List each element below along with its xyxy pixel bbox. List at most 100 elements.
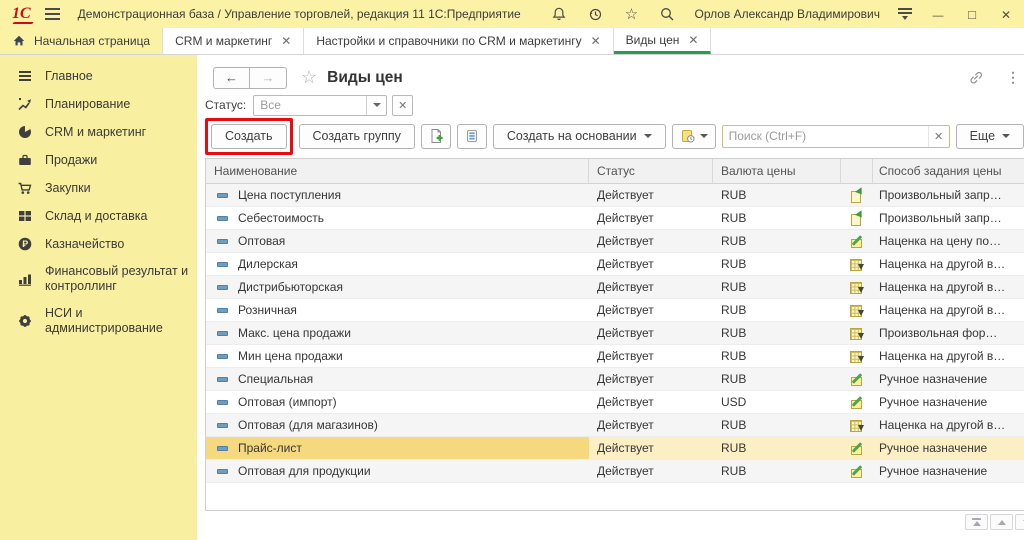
tab-crm-settings[interactable]: Настройки и справочники по CRM и маркети…: [304, 28, 613, 54]
search-clear-icon[interactable]: [928, 126, 949, 147]
status-filter-combobox[interactable]: Все: [253, 95, 387, 116]
sidebar-item-sales[interactable]: Продажи: [0, 146, 197, 174]
price-type-name: Специальная: [238, 372, 313, 386]
sidebar-item-planning[interactable]: Планирование: [0, 90, 197, 118]
scroll-prev-icon[interactable]: [990, 514, 1013, 530]
minimize-icon[interactable]: [930, 7, 946, 22]
table-header: Наименование Статус Валюта цены Способ з…: [206, 159, 1024, 184]
table-row[interactable]: Оптовая (для магазинов) Действует RUB На…: [206, 414, 1024, 437]
method-cell: Наценка на другой в…: [873, 299, 1024, 321]
tab-price-types[interactable]: Виды цен: [614, 28, 712, 54]
method-icon-cell: [841, 230, 873, 252]
sidebar-item-main[interactable]: Главное: [0, 62, 197, 90]
price-type-name: Цена поступления: [238, 188, 341, 202]
service-menu-icon[interactable]: [898, 8, 912, 20]
method-icon: [850, 442, 864, 455]
method-cell: Произвольный запр…: [873, 207, 1024, 229]
back-button[interactable]: [213, 67, 250, 89]
table-row[interactable]: Оптовая Действует RUB Наценка на цену по…: [206, 230, 1024, 253]
column-header-name[interactable]: Наименование: [206, 159, 589, 183]
sidebar-item-treasury[interactable]: P Казначейство: [0, 230, 197, 258]
column-header-icon[interactable]: [841, 159, 873, 183]
chevron-down-icon[interactable]: [366, 96, 386, 115]
more-menu-dots-icon[interactable]: [1005, 69, 1021, 86]
tab-close-icon[interactable]: [281, 34, 291, 48]
page-header: Виды цен: [197, 55, 1024, 92]
table-row[interactable]: Оптовая для продукции Действует RUB Ручн…: [206, 460, 1024, 483]
table-row[interactable]: Мин цена продажи Действует RUB Наценка н…: [206, 345, 1024, 368]
tab-home[interactable]: Начальная страница: [0, 28, 163, 54]
tab-label: Виды цен: [626, 33, 680, 47]
history-clock-icon[interactable]: [586, 5, 604, 23]
status-cell: Действует: [589, 414, 713, 436]
close-icon[interactable]: [998, 7, 1014, 22]
maximize-icon[interactable]: [964, 7, 980, 22]
tab-close-icon[interactable]: [688, 33, 698, 47]
sidebar-item-administration[interactable]: НСИ и администрирование: [0, 300, 197, 342]
add-favorite-star-icon[interactable]: [301, 67, 317, 88]
price-type-item-icon: [217, 377, 228, 382]
status-cell: Действует: [589, 345, 713, 367]
column-header-currency[interactable]: Валюта цены: [713, 159, 841, 183]
list-pager: [965, 514, 1024, 530]
price-type-name: Дилерская: [238, 257, 298, 271]
price-types-table: Наименование Статус Валюта цены Способ з…: [205, 158, 1024, 511]
create-button[interactable]: Создать: [211, 124, 287, 149]
method-icon: [850, 235, 864, 248]
sidebar-item-crm-marketing[interactable]: CRM и маркетинг: [0, 118, 197, 146]
search-icon[interactable]: [658, 5, 676, 23]
reports-button[interactable]: [672, 124, 716, 149]
scroll-first-icon[interactable]: [965, 514, 988, 530]
table-row[interactable]: Розничная Действует RUB Наценка на друго…: [206, 299, 1024, 322]
sidebar-item-finance[interactable]: Финансовый результат и контроллинг: [0, 258, 197, 300]
currency-cell: RUB: [713, 230, 841, 252]
table-row[interactable]: Специальная Действует RUB Ручное назначе…: [206, 368, 1024, 391]
grid-icon: [16, 208, 34, 224]
favorites-star-icon[interactable]: [622, 5, 640, 23]
create-based-on-button[interactable]: Создать на основании: [493, 124, 666, 149]
table-row[interactable]: Дистрибьюторская Действует RUB Наценка н…: [206, 276, 1024, 299]
table-row[interactable]: Оптовая (импорт) Действует USD Ручное на…: [206, 391, 1024, 414]
method-icon: [850, 281, 864, 294]
search-field: [722, 125, 950, 148]
column-header-status[interactable]: Статус: [589, 159, 713, 183]
forward-button[interactable]: [250, 67, 287, 89]
sidebar-item-purchases[interactable]: Закупки: [0, 174, 197, 202]
page-title: Виды цен: [327, 69, 403, 87]
sidebar-item-label: Финансовый результат и контроллинг: [45, 264, 189, 294]
copy-new-button[interactable]: [421, 124, 451, 149]
main-menu-icon[interactable]: [45, 8, 60, 20]
table-row[interactable]: Прайс-лист Действует RUB Ручное назначен…: [206, 437, 1024, 460]
current-user[interactable]: Орлов Александр Владимирович: [694, 7, 880, 21]
shopping-cart-icon: [16, 180, 34, 196]
table-row[interactable]: Дилерская Действует RUB Наценка на друго…: [206, 253, 1024, 276]
sidebar-item-warehouse[interactable]: Склад и доставка: [0, 202, 197, 230]
tab-close-icon[interactable]: [591, 34, 601, 48]
method-icon: [850, 212, 864, 225]
table-row[interactable]: Макс. цена продажи Действует RUB Произво…: [206, 322, 1024, 345]
currency-cell: RUB: [713, 368, 841, 390]
get-link-icon[interactable]: [968, 69, 984, 86]
status-cell: Действует: [589, 368, 713, 390]
1c-logo-icon: [12, 5, 31, 23]
name-cell: Прайс-лист: [206, 437, 589, 459]
column-header-method[interactable]: Способ задания цены: [873, 159, 1024, 183]
status-cell: Действует: [589, 184, 713, 206]
table-row[interactable]: Цена поступления Действует RUB Произволь…: [206, 184, 1024, 207]
scroll-next-icon[interactable]: [1015, 514, 1024, 530]
table-row[interactable]: Себестоимость Действует RUB Произвольный…: [206, 207, 1024, 230]
sidebar-item-label: Закупки: [45, 181, 91, 196]
method-cell: Наценка на другой в…: [873, 345, 1024, 367]
create-group-button[interactable]: Создать группу: [299, 124, 415, 149]
more-button[interactable]: Еще: [956, 124, 1024, 149]
price-type-item-icon: [217, 285, 228, 290]
tab-crm-marketing[interactable]: CRM и маркетинг: [163, 28, 304, 54]
open-windows-tabbar: Начальная страница CRM и маркетинг Настр…: [0, 28, 1024, 55]
search-input[interactable]: [723, 126, 928, 147]
notifications-bell-icon[interactable]: [550, 5, 568, 23]
window-title: Демонстрационная база / Управление торго…: [78, 7, 521, 21]
status-filter-clear-button[interactable]: [392, 95, 413, 116]
list-settings-button[interactable]: [457, 124, 487, 149]
currency-cell: RUB: [713, 437, 841, 459]
app-window: Демонстрационная база / Управление торго…: [0, 0, 1024, 540]
